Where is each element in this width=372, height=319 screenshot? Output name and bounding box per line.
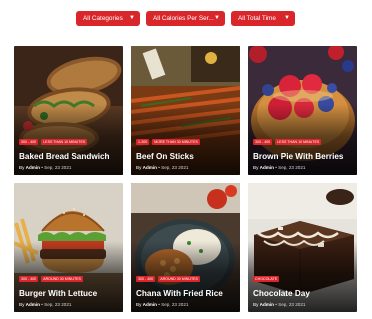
filter-bar: All Categories ▼ All Calories Per Ser...… bbox=[0, 11, 372, 27]
recipe-card[interactable]: 300 - 400 Around 30 Minutes Chana With F… bbox=[131, 183, 240, 312]
recipe-title[interactable]: Burger With Lettuce bbox=[19, 289, 97, 298]
by-label: By bbox=[136, 302, 142, 307]
total-time-filter-label: All Total Time bbox=[238, 15, 276, 22]
author-link[interactable]: Admin bbox=[260, 165, 274, 170]
calories-tag[interactable]: 300 - 400 bbox=[19, 276, 39, 282]
recipe-meta: By Admin • Sep, 23 2021 bbox=[136, 302, 189, 307]
recipe-title[interactable]: Brown Pie With Berries bbox=[253, 152, 343, 161]
calories-tag[interactable]: 300 - 400 bbox=[253, 139, 273, 145]
recipe-tags: 300 - 400 Less Than 10 Minutes bbox=[253, 139, 322, 145]
author-link[interactable]: Admin bbox=[26, 165, 40, 170]
recipe-title[interactable]: Baked Bread Sandwich bbox=[19, 152, 110, 161]
time-tag[interactable]: Around 30 Minutes bbox=[41, 276, 83, 282]
time-tag[interactable]: Around 30 Minutes bbox=[158, 276, 200, 282]
author-link[interactable]: Admin bbox=[26, 302, 40, 307]
author-link[interactable]: Admin bbox=[143, 165, 157, 170]
recipe-meta: By Admin • Sep, 23 2021 bbox=[19, 165, 72, 170]
calories-filter-label: All Calories Per Ser... bbox=[153, 15, 214, 22]
calories-tag[interactable]: 1-300 bbox=[136, 139, 150, 145]
recipe-meta: By Admin • Sep, 23 2021 bbox=[253, 302, 306, 307]
post-date: Sep, 23 2021 bbox=[44, 165, 72, 170]
category-filter-dropdown[interactable]: All Categories ▼ bbox=[76, 11, 140, 26]
recipe-card[interactable]: Chocolate Chocolate Day By Admin • Sep, … bbox=[248, 183, 357, 312]
recipe-card[interactable]: 1-300 More Than 30 Minutes Beef On Stick… bbox=[131, 46, 240, 175]
post-date: Sep, 23 2021 bbox=[44, 302, 72, 307]
chevron-down-icon: ▼ bbox=[129, 15, 135, 21]
post-date: Sep, 23 2021 bbox=[161, 302, 189, 307]
recipe-tags: Chocolate bbox=[253, 276, 280, 282]
recipe-tags: 300 - 400 Around 30 Minutes bbox=[136, 276, 200, 282]
author-link[interactable]: Admin bbox=[143, 302, 157, 307]
recipe-meta: By Admin • Sep, 23 2021 bbox=[19, 302, 72, 307]
total-time-filter-dropdown[interactable]: All Total Time ▼ bbox=[231, 11, 295, 26]
time-tag[interactable]: More Than 30 Minutes bbox=[152, 139, 200, 145]
recipe-title[interactable]: Beef On Sticks bbox=[136, 152, 194, 161]
chevron-down-icon: ▼ bbox=[214, 15, 220, 21]
recipe-card[interactable]: 300 - 400 Around 30 Minutes Burger With … bbox=[14, 183, 123, 312]
recipe-tags: 300 - 400 Less Than 10 Minutes bbox=[19, 139, 88, 145]
time-tag[interactable]: Less Than 10 Minutes bbox=[275, 139, 322, 145]
recipe-tags: 1-300 More Than 30 Minutes bbox=[136, 139, 200, 145]
by-label: By bbox=[136, 165, 142, 170]
recipe-title[interactable]: Chocolate Day bbox=[253, 289, 310, 298]
post-date: Sep, 23 2021 bbox=[161, 165, 189, 170]
recipe-card[interactable]: 300 - 400 Less Than 10 Minutes Baked Bre… bbox=[14, 46, 123, 175]
calories-filter-dropdown[interactable]: All Calories Per Ser... ▼ bbox=[146, 11, 225, 26]
recipe-meta: By Admin • Sep, 23 2021 bbox=[253, 165, 306, 170]
calories-tag[interactable]: 300 - 400 bbox=[19, 139, 39, 145]
category-filter-label: All Categories bbox=[83, 15, 123, 22]
by-label: By bbox=[19, 302, 25, 307]
author-link[interactable]: Admin bbox=[260, 302, 274, 307]
recipe-title[interactable]: Chana With Fried Rice bbox=[136, 289, 223, 298]
calories-tag[interactable]: 300 - 400 bbox=[136, 276, 156, 282]
post-date: Sep, 23 2021 bbox=[278, 165, 306, 170]
by-label: By bbox=[253, 302, 259, 307]
time-tag[interactable]: Less Than 10 Minutes bbox=[41, 139, 88, 145]
recipe-card[interactable]: 300 - 400 Less Than 10 Minutes Brown Pie… bbox=[248, 46, 357, 175]
post-date: Sep, 23 2021 bbox=[278, 302, 306, 307]
by-label: By bbox=[253, 165, 259, 170]
chevron-down-icon: ▼ bbox=[284, 15, 290, 21]
by-label: By bbox=[19, 165, 25, 170]
recipe-meta: By Admin • Sep, 23 2021 bbox=[136, 165, 189, 170]
recipe-tags: 300 - 400 Around 30 Minutes bbox=[19, 276, 83, 282]
category-tag[interactable]: Chocolate bbox=[253, 276, 280, 282]
